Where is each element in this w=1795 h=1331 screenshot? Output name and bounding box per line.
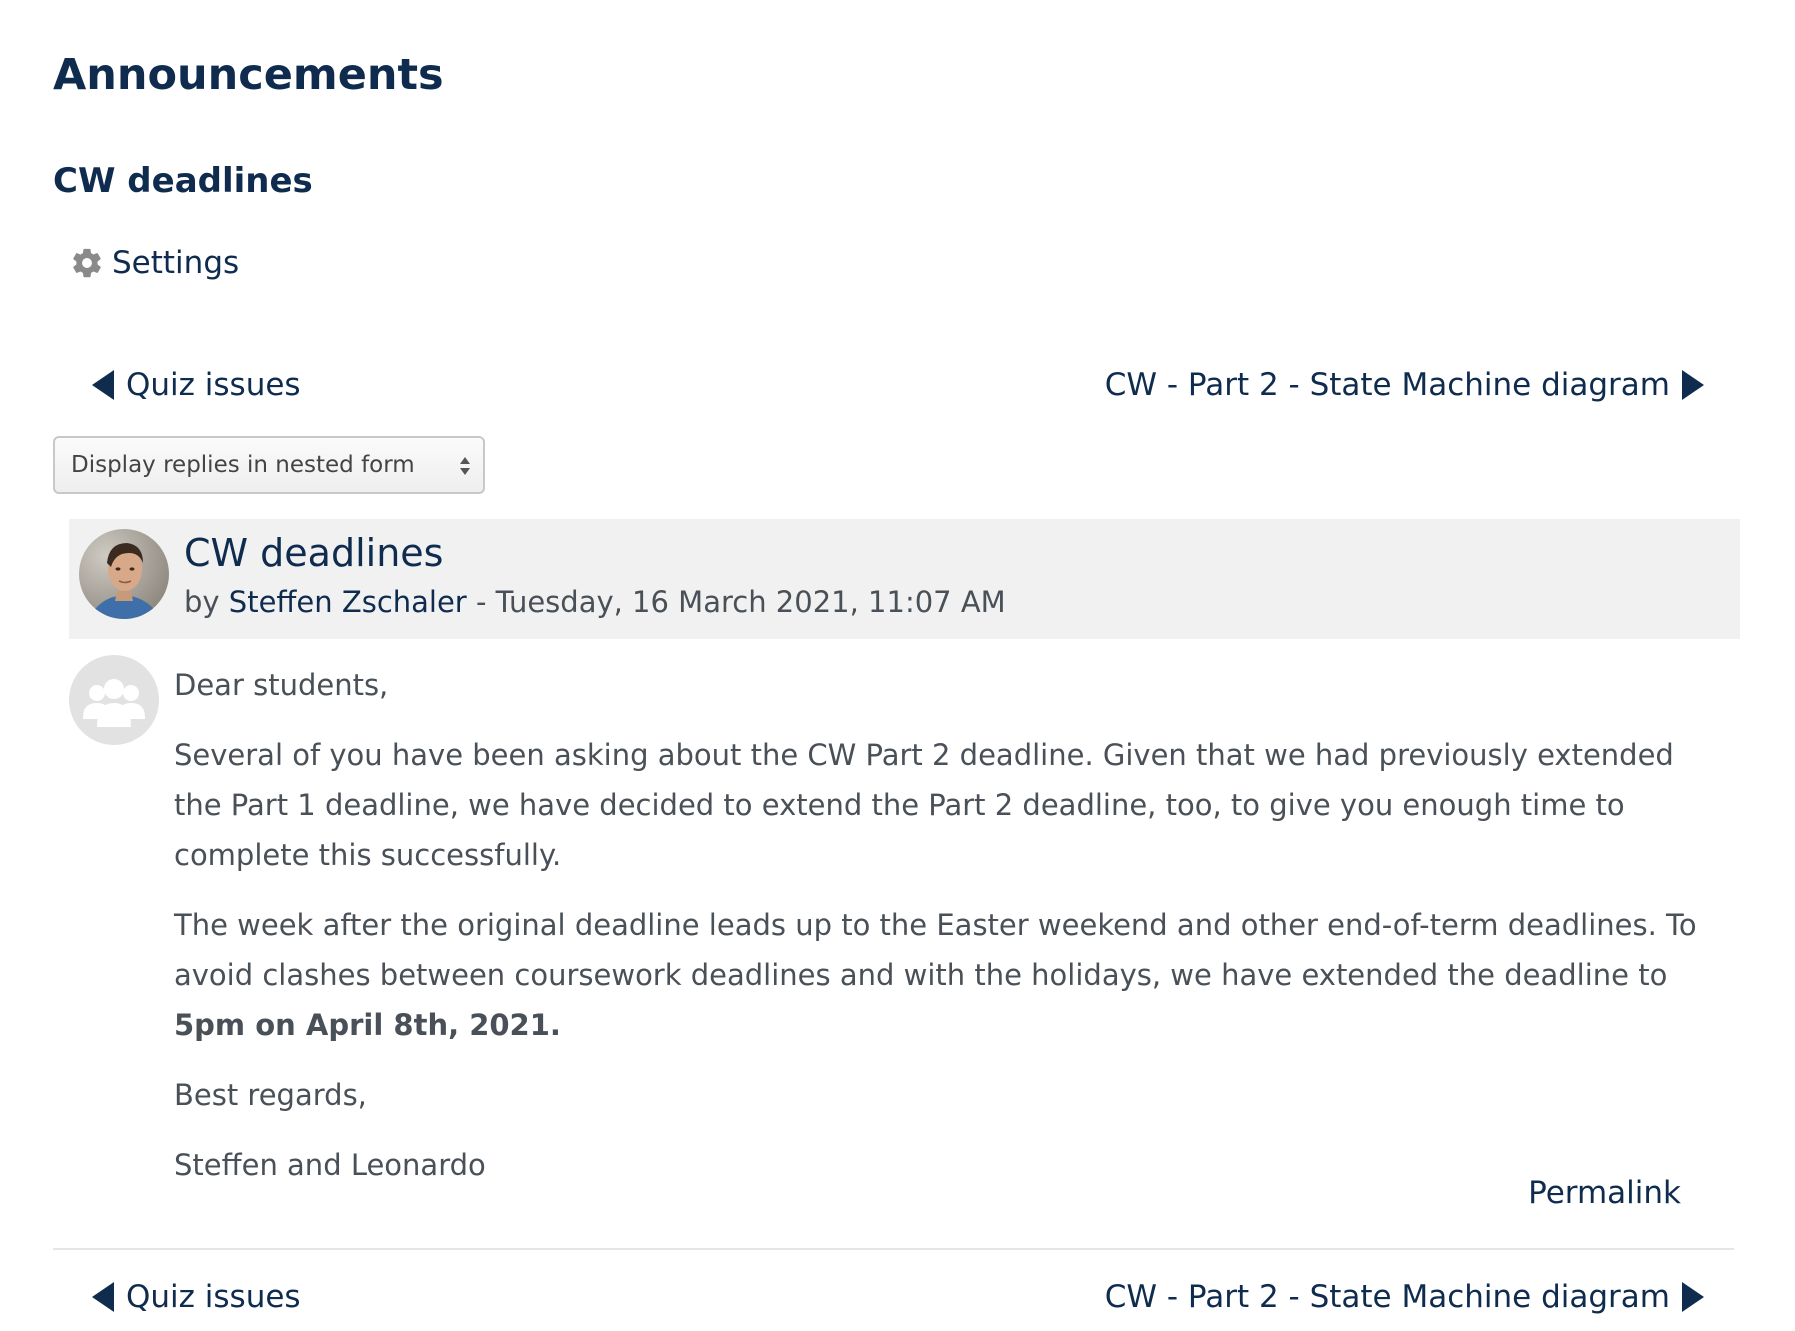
caret-right-icon bbox=[1682, 370, 1704, 400]
settings-menu[interactable]: Settings bbox=[70, 245, 239, 281]
next-discussion-link[interactable]: CW - Part 2 - State Machine diagram bbox=[1105, 1279, 1704, 1315]
select-arrows-icon bbox=[460, 457, 470, 475]
post-subject: CW deadlines bbox=[184, 531, 444, 575]
caret-left-icon bbox=[92, 370, 114, 400]
divider bbox=[53, 1248, 1734, 1250]
previous-discussion-label: Quiz issues bbox=[126, 1279, 301, 1315]
post-content: Dear students, Several of you have been … bbox=[174, 660, 1714, 1210]
previous-discussion-label: Quiz issues bbox=[126, 367, 301, 403]
user-avatar bbox=[79, 529, 169, 619]
display-mode-value: Display replies in nested form bbox=[71, 452, 415, 478]
discussion-title: CW deadlines bbox=[53, 161, 313, 201]
author-link[interactable]: Steffen Zschaler bbox=[229, 585, 467, 619]
post-deadline-highlight: 5pm on April 8th, 2021. bbox=[174, 1008, 561, 1042]
previous-discussion-link[interactable]: Quiz issues bbox=[92, 1279, 301, 1315]
post-signature: Steffen and Leonardo bbox=[174, 1148, 486, 1182]
caret-right-icon bbox=[1682, 1282, 1704, 1312]
byline-prefix: by bbox=[184, 585, 220, 619]
post-paragraph-2: The week after the original deadline lea… bbox=[174, 900, 1714, 1050]
author-avatar[interactable] bbox=[79, 529, 169, 619]
post-greeting: Dear students, bbox=[174, 668, 389, 702]
next-discussion-label: CW - Part 2 - State Machine diagram bbox=[1104, 1279, 1670, 1315]
previous-discussion-link[interactable]: Quiz issues bbox=[92, 367, 301, 403]
post-paragraph-1: Several of you have been asking about th… bbox=[174, 738, 1674, 872]
post-header: CW deadlines by Steffen Zschaler - Tuesd… bbox=[69, 519, 1740, 639]
caret-left-icon bbox=[92, 1282, 114, 1312]
gear-icon bbox=[73, 248, 101, 278]
byline-separator: - bbox=[466, 585, 496, 619]
display-mode-select[interactable]: Display replies in nested form bbox=[53, 436, 485, 494]
permalink-link[interactable]: Permalink bbox=[1528, 1175, 1681, 1211]
post-closing: Best regards, bbox=[174, 1078, 367, 1112]
group-avatar bbox=[69, 655, 159, 745]
post-date: Tuesday, 16 March 2021, 11:07 AM bbox=[495, 585, 1006, 619]
settings-label: Settings bbox=[112, 245, 240, 281]
discussion-navigation-bottom: Quiz issues CW - Part 2 - State Machine … bbox=[92, 1275, 1704, 1319]
post-byline: by Steffen Zschaler - Tuesday, 16 March … bbox=[184, 585, 1006, 619]
post-paragraph-2-text: The week after the original deadline lea… bbox=[174, 908, 1697, 992]
page-title: Announcements bbox=[53, 50, 444, 100]
next-discussion-label: CW - Part 2 - State Machine diagram bbox=[1104, 367, 1670, 403]
next-discussion-link[interactable]: CW - Part 2 - State Machine diagram bbox=[1105, 367, 1704, 403]
group-icon bbox=[83, 679, 145, 727]
discussion-navigation-top: Quiz issues CW - Part 2 - State Machine … bbox=[92, 363, 1704, 407]
